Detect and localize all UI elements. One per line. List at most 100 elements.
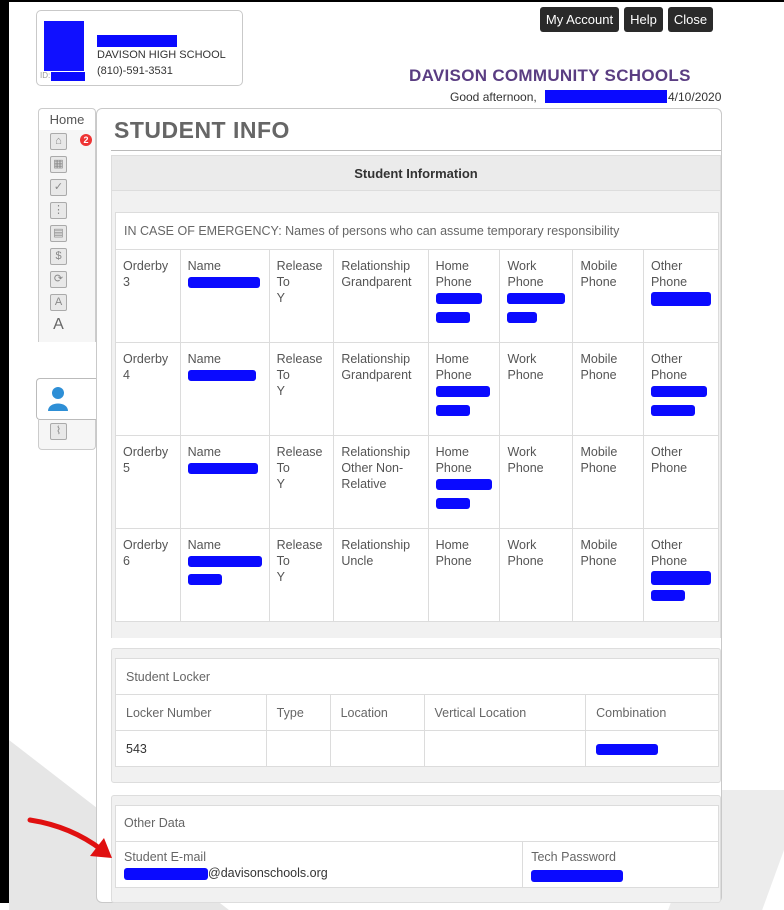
work-phone-label: Work Phone (507, 445, 544, 475)
district-name: DAVISON COMMUNITY SCHOOLS (409, 66, 691, 85)
orderby-value: 5 (123, 461, 130, 475)
screen-frame-left (0, 0, 9, 903)
tech-password-label: Tech Password (531, 850, 616, 864)
orderby-value: 3 (123, 275, 130, 289)
nav-item-student-info-active[interactable] (36, 378, 96, 420)
nav-item-grades[interactable]: A (38, 314, 96, 342)
nav-item-payments[interactable]: ⟳ (38, 268, 96, 291)
notification-badge: 2 (80, 134, 92, 146)
phone-redacted (435, 479, 492, 491)
orderby-label: Orderby (123, 352, 169, 366)
help-button[interactable]: Help (624, 7, 663, 32)
locker-location-header: Location (329, 694, 425, 731)
nav-item-report-card[interactable]: ▤ (38, 222, 96, 245)
name-label: Name (187, 445, 221, 459)
title-divider (111, 150, 721, 151)
student-id-label: ID: (40, 71, 51, 80)
email-redacted (124, 867, 208, 880)
nav-item-notifications[interactable]: ⌂ 2 (38, 130, 96, 153)
other-data-title: Other Data (115, 805, 719, 842)
other-phone-label: Other Phone (650, 445, 688, 475)
relationship-value: Other Non-Relative (341, 461, 404, 491)
mobile-phone-label: Mobile Phone (580, 538, 618, 568)
nav-item-attendance[interactable]: A (38, 291, 96, 314)
progress-chart-icon: ⌇ (50, 423, 67, 440)
locker-title: Student Locker (115, 658, 719, 695)
work-phone-label: Work Phone (507, 538, 544, 568)
student-locker-table: Student Locker Locker Number Type Locati… (115, 658, 719, 767)
nav-item-fees[interactable]: $ (38, 245, 96, 268)
report-card-icon: ▤ (50, 225, 67, 242)
tech-password-redacted (531, 869, 624, 882)
relationship-label: Relationship (341, 352, 411, 366)
locker-combination-header: Combination (585, 694, 719, 731)
release-value: Y (276, 570, 285, 584)
phone-redacted (435, 405, 470, 417)
nav-item-progress[interactable]: ⌇ (38, 420, 96, 450)
name-redacted (187, 574, 222, 586)
phone-redacted (650, 291, 711, 306)
emergency-caption: IN CASE OF EMERGENCY: Names of persons w… (115, 212, 719, 250)
table-row: Orderby 5 Name Release To Y Relationship Ot… (115, 435, 720, 529)
locker-type-value (265, 730, 331, 767)
release-label: Release To (276, 445, 323, 475)
phone-redacted (650, 405, 695, 417)
table-row: Orderby 6 Name Release To Y Relationship Un… (115, 528, 720, 622)
other-data-table: Other Data Student E-mail @davisonschool… (114, 805, 719, 888)
my-account-button[interactable]: My Account (540, 7, 619, 32)
release-value: Y (276, 477, 285, 491)
release-label: Release To (276, 538, 323, 568)
nav-home-tab[interactable]: Home (38, 108, 96, 130)
table-row: 543 (115, 730, 719, 767)
mobile-phone-label: Mobile Phone (580, 259, 618, 289)
locker-vertical-location-value (423, 730, 587, 767)
relationship-label: Relationship (341, 445, 411, 459)
locker-combination-value (585, 730, 719, 767)
home-notifications-icon: ⌂ (50, 133, 67, 150)
relationship-value: Grandparent (341, 368, 412, 382)
fees-icon: $ (50, 248, 67, 265)
student-info-icon (48, 387, 68, 411)
student-photo-redacted (44, 21, 84, 71)
name-label: Name (187, 538, 221, 552)
orderby-label: Orderby (123, 538, 169, 552)
checklist-icon: ✓ (50, 179, 67, 196)
locker-number-header: Locker Number (115, 694, 267, 731)
phone-redacted (435, 386, 490, 398)
greeting-text: Good afternoon, (450, 90, 537, 104)
nav-item-tasks[interactable]: ✓ (38, 176, 96, 199)
red-arrow-annotation (27, 817, 112, 858)
student-name-redacted (97, 35, 177, 47)
nav-item-calendar[interactable]: ▦ (38, 153, 96, 176)
name-redacted (187, 556, 262, 568)
school-phone: (810)-591-3531 (97, 65, 173, 77)
schedule-grid-icon: ⋮ (50, 202, 67, 219)
relationship-value: Uncle (341, 554, 374, 568)
home-phone-label: Home Phone (435, 445, 472, 475)
relationship-label: Relationship (341, 538, 411, 552)
table-row: Locker Number Type Location Vertical Loc… (115, 694, 719, 731)
phone-redacted (650, 570, 711, 585)
phone-redacted (507, 312, 538, 324)
locker-vertical-location-header: Vertical Location (423, 694, 587, 731)
mobile-phone-label: Mobile Phone (580, 352, 618, 382)
emergency-contacts-table: IN CASE OF EMERGENCY: Names of persons w… (115, 212, 720, 622)
home-phone-label: Home Phone (435, 538, 472, 568)
page-title: STUDENT INFO (114, 117, 290, 143)
table-row: Orderby 3 Name Release To Y Relationship Gr… (115, 249, 720, 343)
other-phone-label: Other Phone (650, 259, 688, 289)
calendar-icon: ▦ (50, 156, 67, 173)
orderby-label: Orderby (123, 259, 169, 273)
locker-number-value: 543 (115, 730, 267, 767)
payment-icon: ⟳ (50, 271, 67, 288)
nav-item-schedule[interactable]: ⋮ (38, 199, 96, 222)
attendance-icon: A (50, 294, 67, 311)
close-button[interactable]: Close (668, 7, 713, 32)
screen-frame-top (0, 0, 784, 2)
current-date: 4/10/2020 (668, 90, 722, 104)
name-label: Name (187, 259, 221, 273)
student-email-label: Student E-mail (124, 850, 206, 864)
name-redacted (187, 463, 258, 475)
table-row: Orderby 4 Name Release To Y Relationship Gr… (115, 342, 720, 436)
release-value: Y (276, 384, 285, 398)
